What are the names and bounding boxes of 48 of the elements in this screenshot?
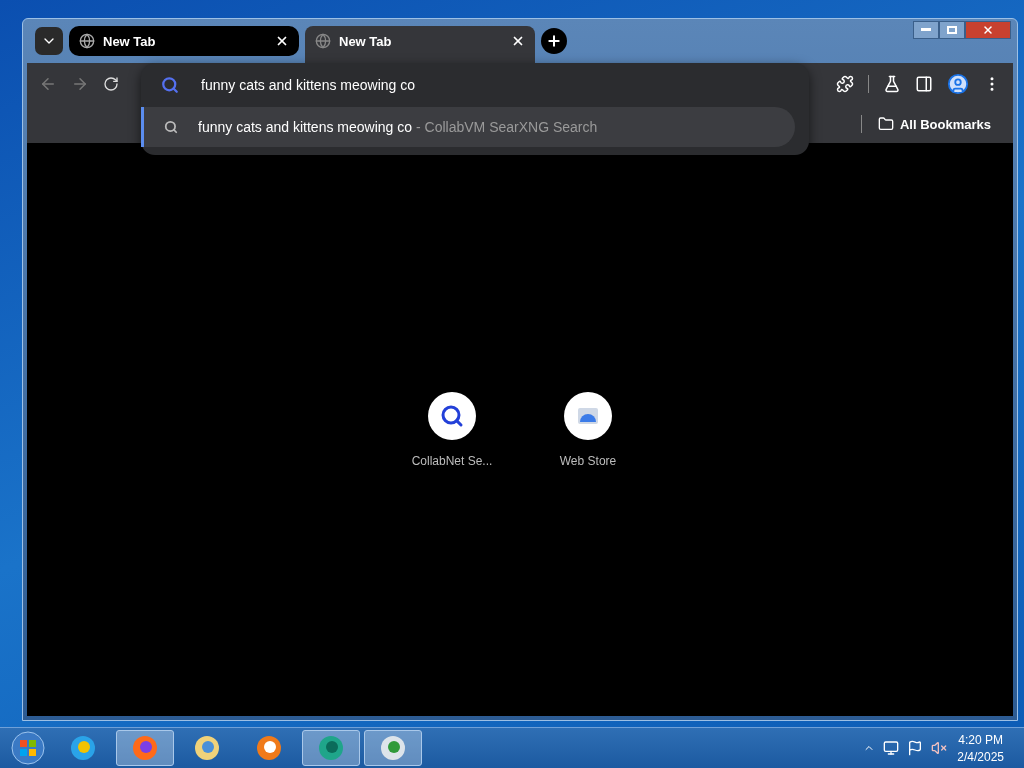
clock-date: 2/4/2025: [957, 749, 1004, 764]
taskbar-button[interactable]: [302, 730, 360, 766]
clock[interactable]: 4:20 PM 2/4/2025: [951, 732, 1018, 764]
suggestion-text: funny cats and kittens meowing co: [198, 119, 412, 135]
ie-icon: [69, 734, 97, 762]
close-icon: [982, 24, 994, 36]
shortcut[interactable]: CollabNet Se...: [404, 391, 500, 468]
taskbar-button[interactable]: [364, 730, 422, 766]
close-icon[interactable]: [275, 34, 289, 48]
back-icon[interactable]: [39, 75, 57, 93]
suggestion-row[interactable]: funny cats and kittens meowing co - CollabVM SearXNG Search: [141, 107, 795, 147]
search-icon: [440, 403, 464, 428]
taskbar-button[interactable]: [116, 730, 174, 766]
globe-icon: [317, 734, 345, 762]
minimize-icon: [921, 28, 931, 32]
suggestion-source: - CollabVM SearXNG Search: [416, 119, 598, 135]
side-panel-icon[interactable]: [915, 75, 933, 93]
flag-icon[interactable]: [907, 740, 924, 756]
profile-icon[interactable]: [947, 73, 969, 95]
speaker-muted-icon[interactable]: [931, 740, 948, 756]
firefox-icon: [131, 734, 159, 762]
new-tab-button[interactable]: [541, 28, 567, 54]
globe-icon: [315, 33, 331, 49]
extensions-icon[interactable]: [836, 75, 854, 93]
forward-icon[interactable]: [71, 75, 89, 93]
close-icon[interactable]: [511, 34, 525, 48]
search-icon: [161, 76, 179, 94]
shortcut[interactable]: Web Store: [540, 391, 636, 468]
flask-icon[interactable]: [883, 75, 901, 93]
all-bookmarks-button[interactable]: All Bookmarks: [871, 115, 997, 133]
windows-logo-icon: [11, 731, 45, 765]
reload-icon[interactable]: [103, 76, 119, 92]
minimize-button[interactable]: [913, 21, 939, 39]
clock-time: 4:20 PM: [958, 732, 1003, 747]
globe-icon: [79, 33, 95, 49]
search-icon: [164, 120, 178, 134]
monitor-icon: [379, 734, 407, 762]
maximize-icon: [947, 26, 957, 34]
tab[interactable]: New Tab: [69, 26, 299, 56]
folder-icon: [877, 116, 894, 132]
plus-icon: [546, 33, 562, 49]
explorer-icon: [193, 734, 221, 762]
store-icon: [577, 406, 599, 425]
media-icon: [255, 734, 283, 762]
maximize-button[interactable]: [939, 21, 965, 39]
close-button[interactable]: [965, 21, 1011, 39]
tab-search-button[interactable]: [35, 27, 63, 55]
network-icon[interactable]: [883, 740, 900, 756]
